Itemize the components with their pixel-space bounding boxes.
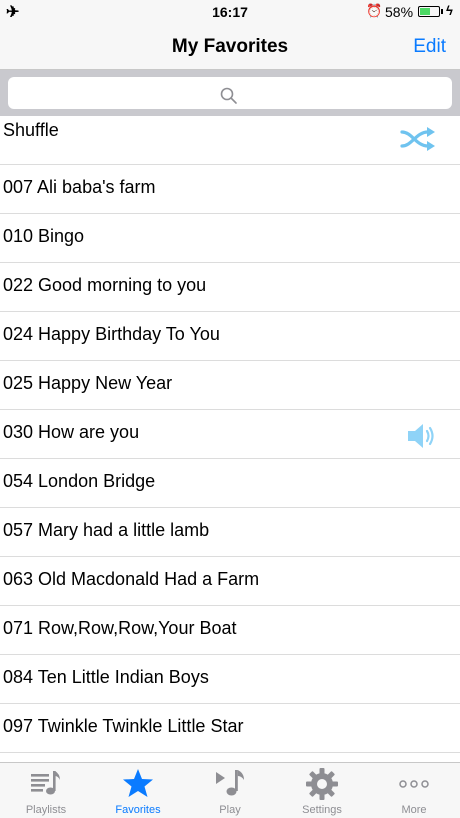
list-item-label: 007 Ali baba's farm: [3, 177, 156, 197]
tab-label: Favorites: [115, 804, 161, 816]
tab-play[interactable]: Play: [184, 763, 276, 818]
tab-label: Settings: [302, 804, 342, 816]
list-item-label: 071 Row,Row,Row,Your Boat: [3, 618, 237, 638]
page-title: My Favorites: [171, 36, 289, 57]
list-item-label: 022 Good morning to you: [3, 275, 207, 295]
tab-favorites[interactable]: Favorites: [92, 763, 184, 818]
search-icon: [220, 87, 237, 104]
search-area: [0, 70, 460, 116]
battery-icon: [418, 6, 440, 17]
tab-bar: Playlists Favorites Play Settings More: [0, 762, 460, 818]
list-item-label: 024 Happy Birthday To You: [3, 324, 220, 344]
list-item[interactable]: 007 Ali baba's farm: [0, 165, 460, 214]
battery-level: [420, 8, 431, 15]
list-item-label: 084 Ten Little Indian Boys: [3, 667, 209, 687]
status-bar: ✈ 16:17 ⏰ 58% ϟ: [0, 0, 460, 24]
list-item[interactable]: 022 Good morning to you: [0, 263, 460, 312]
list-item[interactable]: 084 Ten Little Indian Boys: [0, 655, 460, 704]
list-item[interactable]: 057 Mary had a little lamb: [0, 508, 460, 557]
list-item[interactable]: 010 Bingo: [0, 214, 460, 263]
list-item-label: 097 Twinkle Twinkle Little Star: [3, 716, 244, 736]
battery-percentage: 58%: [385, 4, 414, 20]
speaker-icon: [408, 424, 434, 448]
list-item-label: 030 How are you: [3, 422, 140, 442]
star-icon: [123, 769, 153, 797]
shuffle-icon[interactable]: [400, 126, 438, 152]
list-item-label: 010 Bingo: [3, 226, 85, 246]
charging-icon: ϟ: [446, 3, 453, 18]
list-item[interactable]: 025 Happy New Year: [0, 361, 460, 410]
shuffle-row[interactable]: Shuffle: [0, 116, 460, 165]
list-item-now-playing[interactable]: 030 How are you: [0, 410, 460, 459]
list-item-label: 063 Old Macdonald Had a Farm: [3, 569, 260, 589]
list-item-label: Shuffle: [3, 120, 59, 140]
edit-button[interactable]: Edit: [413, 36, 446, 58]
alarm-icon: ⏰: [366, 3, 383, 18]
playlist-icon: [31, 771, 60, 795]
list-item[interactable]: 054 London Bridge: [0, 459, 460, 508]
list-item-label: 054 London Bridge: [3, 471, 156, 491]
gear-icon: [306, 768, 338, 800]
more-icon: [399, 780, 429, 788]
tab-settings[interactable]: Settings: [276, 763, 368, 818]
list-item[interactable]: 097 Twinkle Twinkle Little Star: [0, 704, 460, 753]
list-item[interactable]: 024 Happy Birthday To You: [0, 312, 460, 361]
tab-label: Playlists: [25, 804, 67, 816]
battery-tip: [441, 9, 443, 14]
tab-label: More: [401, 804, 427, 816]
tab-more[interactable]: More: [368, 763, 460, 818]
tab-label: Play: [219, 804, 241, 816]
favorites-list: Shuffle 007 Ali baba's farm 010 Bingo 02…: [0, 116, 460, 753]
list-item[interactable]: 071 Row,Row,Row,Your Boat: [0, 606, 460, 655]
music-note-icon: [216, 770, 244, 796]
list-item-label: 025 Happy New Year: [3, 373, 173, 393]
list-item[interactable]: 063 Old Macdonald Had a Farm: [0, 557, 460, 606]
tab-playlists[interactable]: Playlists: [0, 763, 92, 818]
list-item-label: 057 Mary had a little lamb: [3, 520, 210, 540]
navigation-bar: My Favorites Edit: [0, 24, 460, 70]
